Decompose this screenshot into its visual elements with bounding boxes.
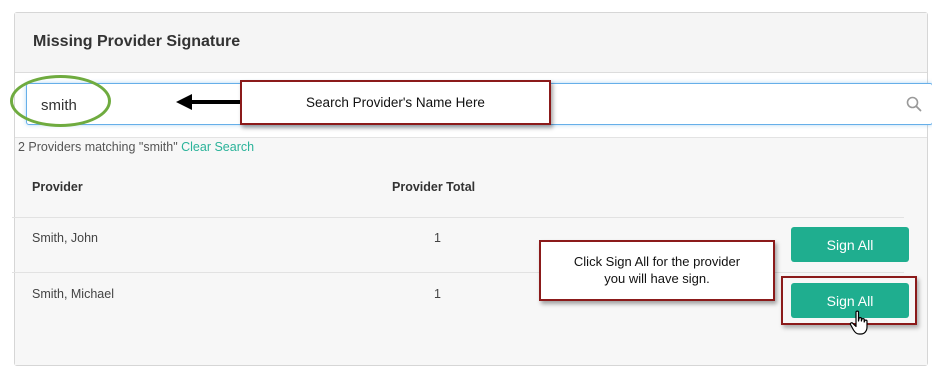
results-summary: 2 Providers matching "smith" Clear Searc… xyxy=(18,140,254,154)
provider-name-cell: Smith, John xyxy=(32,231,99,245)
panel-header: Missing Provider Signature xyxy=(15,13,927,73)
sign-all-button-john[interactable]: Sign All xyxy=(791,227,909,262)
provider-name-cell: Smith, Michael xyxy=(32,287,114,301)
provider-total-column-header: Provider Total xyxy=(392,180,476,194)
provider-total-cell: 1 xyxy=(434,231,441,245)
search-callout: Search Provider's Name Here xyxy=(240,80,551,125)
search-highlight-oval xyxy=(10,75,111,127)
sign-callout-line1: Click Sign All for the provider xyxy=(573,254,741,269)
search-callout-text: Search Provider's Name Here xyxy=(306,95,485,110)
provider-column-header: Provider xyxy=(32,180,83,194)
search-icon[interactable] xyxy=(906,96,922,112)
sign-callout-line2: you will have sign. xyxy=(604,271,710,286)
arrow-left-icon xyxy=(176,94,240,110)
header-divider xyxy=(12,217,904,218)
hand-cursor-icon xyxy=(849,310,868,335)
provider-total-cell: 1 xyxy=(434,287,441,301)
results-count-text: 2 Providers matching "smith" xyxy=(18,140,178,154)
sign-all-callout: Click Sign All for the provider you will… xyxy=(539,240,775,301)
clear-search-link[interactable]: Clear Search xyxy=(181,140,254,154)
panel-title: Missing Provider Signature xyxy=(33,33,241,50)
